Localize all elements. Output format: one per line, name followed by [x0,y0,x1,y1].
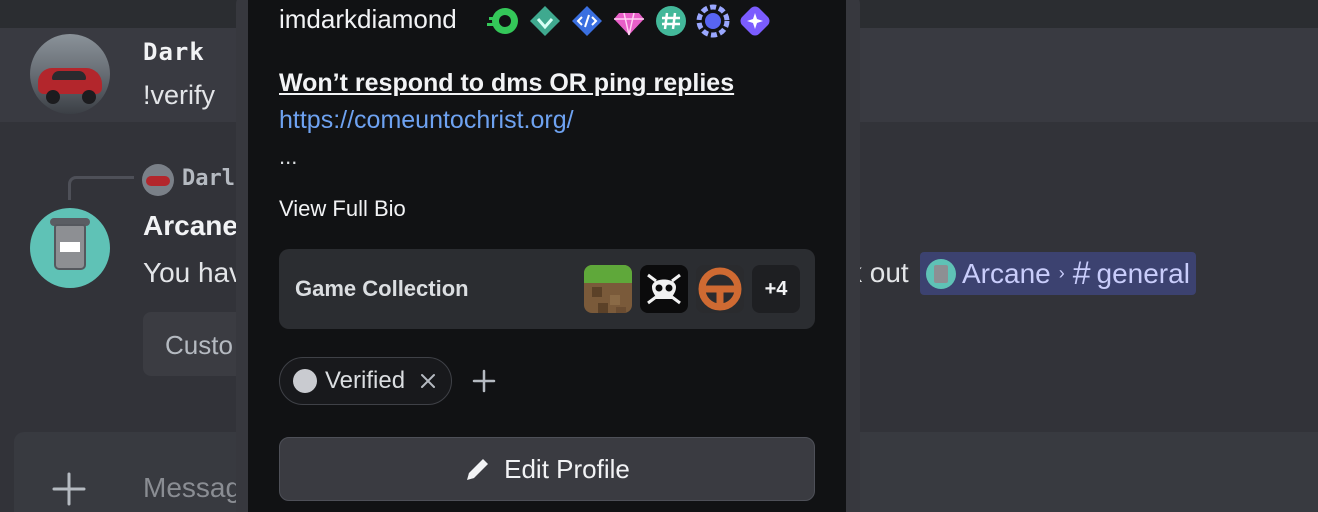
message-author[interactable]: Arcane [143,210,238,242]
message-text: !verify [143,80,216,110]
car-image [146,176,170,186]
profile-username[interactable]: imdarkdiamond [279,4,457,35]
profile-badges [486,4,772,38]
channel-mention[interactable]: Arcane › # general [920,252,1196,295]
game-collection-label: Game Collection [295,276,469,301]
role-color-dot [293,369,317,393]
avatar-arcane[interactable] [30,208,110,288]
edit-profile-button[interactable]: Edit Profile [279,437,815,501]
bucket-icon [54,224,86,270]
active-developer-badge-icon[interactable] [570,4,604,38]
reply-author[interactable]: Darl [182,166,235,191]
game-icons: +4 [584,265,800,313]
view-full-bio-link[interactable]: View Full Bio [279,196,406,222]
reply-connector [68,176,134,200]
car-wheel [82,90,96,104]
avatar-dark[interactable] [30,34,110,114]
app-root: Dark !verify Darl Arcane You hav k out A… [0,0,1318,512]
bucket-label [60,242,80,252]
team-fortress-icon[interactable] [696,265,744,313]
bio-link[interactable]: https://comeuntochrist.org/ [279,106,574,135]
message-text-start: You hav [143,257,244,288]
chevron-right-icon: › [1058,263,1065,283]
car-wheel [46,90,60,104]
reply-avatar[interactable] [142,164,174,196]
more-games-count[interactable]: +4 [752,265,800,313]
sea-of-thieves-icon[interactable] [640,265,688,313]
edit-profile-label: Edit Profile [504,453,630,484]
role-label: Verified [325,367,406,394]
moderator-programs-badge-icon[interactable] [528,4,562,38]
hashtag-badge-icon[interactable] [654,4,688,38]
bio-title: Won’t respond to dms OR ping replies [279,69,735,97]
nitro-boost-badge-icon[interactable] [486,4,520,38]
nitro-gem-badge-icon[interactable] [612,4,646,38]
pencil-icon [467,459,489,480]
hash-icon: # [1072,255,1091,291]
mention-server: Arcane [962,257,1051,289]
quest-badge-icon[interactable] [696,4,730,38]
hypesquad-badge-icon[interactable] [738,4,772,38]
message-action-label: Custo [165,330,233,360]
remove-role-icon[interactable] [418,371,438,391]
message-input[interactable]: Messag [143,472,241,504]
mention-channel: general [1096,257,1190,289]
minecraft-icon[interactable] [584,265,632,313]
server-icon [926,258,956,289]
attach-plus-icon[interactable] [52,472,86,506]
add-role-plus-icon[interactable] [472,369,496,393]
bio-ellipsis: ... [279,144,298,169]
message-author[interactable]: Dark [143,38,205,66]
